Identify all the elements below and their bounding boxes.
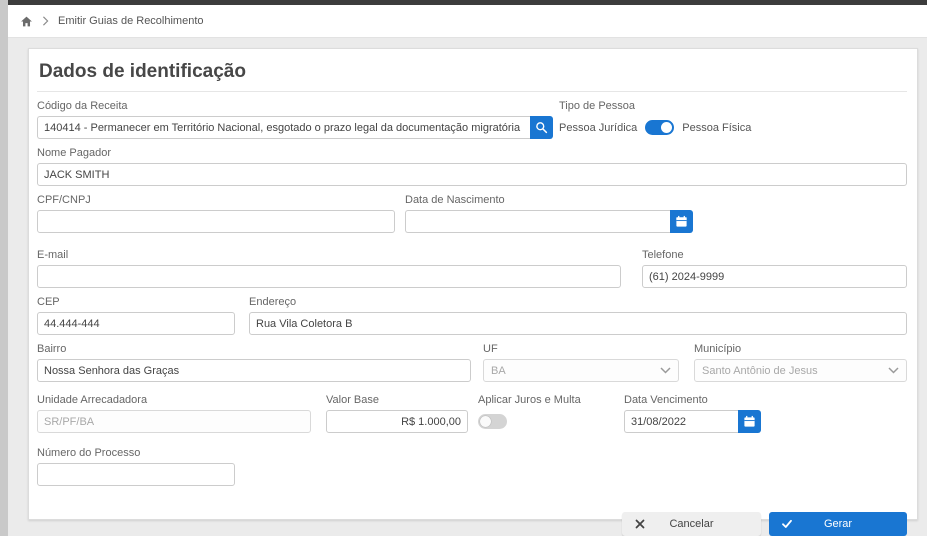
aplicar-juros-toggle[interactable] <box>478 414 507 429</box>
numero-processo-input[interactable] <box>37 463 235 486</box>
cancel-button[interactable]: Cancelar <box>622 512 761 536</box>
codigo-receita-label: Código da Receita <box>37 100 553 112</box>
bairro-label: Bairro <box>37 343 471 355</box>
field-nome-pagador: Nome Pagador <box>37 147 907 186</box>
close-icon <box>635 519 645 529</box>
form-card: Dados de identificação Código da Receita… <box>28 48 918 520</box>
codigo-receita-input[interactable] <box>37 116 530 139</box>
calendar-icon <box>675 215 688 228</box>
email-label: E-mail <box>37 249 621 261</box>
field-cep: CEP <box>37 296 235 335</box>
data-vencimento-input[interactable] <box>624 410 738 433</box>
toggle-knob <box>480 416 491 427</box>
toggle-knob <box>661 122 672 133</box>
field-telefone: Telefone <box>642 249 907 288</box>
tipo-pessoa-option-juridica: Pessoa Jurídica <box>559 122 637 134</box>
municipio-select-value: Santo Antônio de Jesus <box>702 365 888 377</box>
form-actions: Cancelar Gerar <box>37 512 907 536</box>
generate-button[interactable]: Gerar <box>769 512 907 536</box>
data-vencimento-calendar-button[interactable] <box>738 410 761 433</box>
field-numero-processo: Número do Processo <box>37 447 235 486</box>
municipio-label: Município <box>694 343 907 355</box>
telefone-label: Telefone <box>642 249 907 261</box>
field-data-vencimento: Data Vencimento <box>624 394 761 433</box>
endereco-input[interactable] <box>249 312 907 335</box>
generate-button-label: Gerar <box>824 518 852 530</box>
field-valor-base: Valor Base <box>326 394 468 433</box>
field-unidade-arrecadadora: Unidade Arrecadadora <box>37 394 311 433</box>
cancel-button-label: Cancelar <box>669 518 713 530</box>
endereco-label: Endereço <box>249 296 907 308</box>
field-tipo-pessoa: Tipo de Pessoa Pessoa Jurídica Pessoa Fí… <box>559 100 907 139</box>
check-icon <box>782 519 792 529</box>
nome-pagador-label: Nome Pagador <box>37 147 907 159</box>
app-window: Emitir Guias de Recolhimento Dados de id… <box>8 0 927 536</box>
cep-input[interactable] <box>37 312 235 335</box>
uf-select: BA <box>483 359 679 382</box>
chevron-down-icon <box>888 367 899 374</box>
home-icon[interactable] <box>20 15 33 28</box>
field-uf: UF BA <box>483 343 679 382</box>
page-title: Dados de identificação <box>39 61 246 82</box>
field-codigo-receita: Código da Receita <box>37 100 553 139</box>
field-data-nascimento: Data de Nascimento <box>405 194 693 233</box>
cpf-cnpj-input[interactable] <box>37 210 395 233</box>
card-header: Dados de identificação <box>37 49 907 92</box>
tipo-pessoa-toggle[interactable] <box>645 120 674 135</box>
aplicar-juros-label: Aplicar Juros e Multa <box>478 394 624 406</box>
cpf-cnpj-label: CPF/CNPJ <box>37 194 395 206</box>
breadcrumb-chevron-icon <box>42 16 49 26</box>
field-aplicar-juros: Aplicar Juros e Multa <box>478 394 624 433</box>
codigo-receita-search-button[interactable] <box>530 116 553 139</box>
cep-label: CEP <box>37 296 235 308</box>
municipio-select: Santo Antônio de Jesus <box>694 359 907 382</box>
search-icon <box>535 121 548 134</box>
chevron-down-icon <box>660 367 671 374</box>
email-input[interactable] <box>37 265 621 288</box>
field-bairro: Bairro <box>37 343 471 382</box>
uf-label: UF <box>483 343 679 355</box>
data-nascimento-input[interactable] <box>405 210 670 233</box>
breadcrumb: Emitir Guias de Recolhimento <box>8 5 927 38</box>
telefone-input[interactable] <box>642 265 907 288</box>
nome-pagador-input[interactable] <box>37 163 907 186</box>
field-municipio: Município Santo Antônio de Jesus <box>694 343 907 382</box>
field-endereco: Endereço <box>249 296 907 335</box>
numero-processo-label: Número do Processo <box>37 447 235 459</box>
tipo-pessoa-option-fisica: Pessoa Física <box>682 122 751 134</box>
calendar-icon <box>743 415 756 428</box>
valor-base-label: Valor Base <box>326 394 468 406</box>
field-email: E-mail <box>37 249 621 288</box>
field-cpf-cnpj: CPF/CNPJ <box>37 194 395 233</box>
tipo-pessoa-label: Tipo de Pessoa <box>559 100 907 112</box>
data-vencimento-label: Data Vencimento <box>624 394 761 406</box>
data-nascimento-calendar-button[interactable] <box>670 210 693 233</box>
bairro-input[interactable] <box>37 359 471 382</box>
uf-select-value: BA <box>491 365 660 377</box>
unidade-arrecadadora-input <box>37 410 311 433</box>
data-nascimento-label: Data de Nascimento <box>405 194 693 206</box>
unidade-arrecadadora-label: Unidade Arrecadadora <box>37 394 311 406</box>
breadcrumb-current-page: Emitir Guias de Recolhimento <box>58 15 204 27</box>
valor-base-input[interactable] <box>326 410 468 433</box>
